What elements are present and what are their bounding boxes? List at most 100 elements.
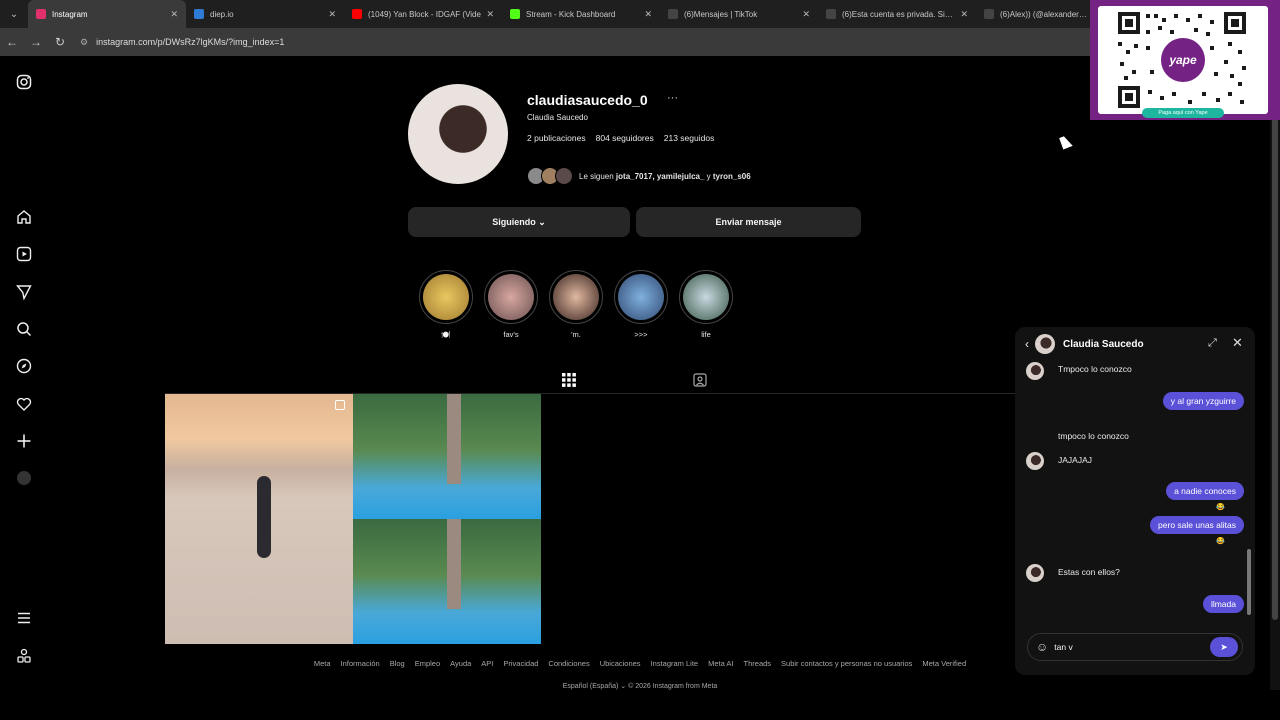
footer-link[interactable]: Empleo <box>415 659 440 668</box>
tab-posts-grid[interactable] <box>541 368 597 394</box>
yape-pay-label[interactable]: Paga aquí con Yape <box>1142 108 1224 118</box>
message-reaction[interactable]: 😂 <box>1216 503 1225 511</box>
footer-link[interactable]: Meta AI <box>708 659 733 668</box>
back-chevron-icon[interactable]: ‹ <box>1025 337 1029 351</box>
highlight-cover <box>419 270 473 324</box>
profile-avatar[interactable] <box>408 84 508 184</box>
yape-logo: yape <box>1168 53 1197 67</box>
message-outgoing: y al gran yzguirre <box>1162 392 1244 410</box>
followed-by[interactable]: Le siguen jota_7017, yamilejulca_ y tyro… <box>527 167 751 185</box>
footer-link[interactable]: Instagram Lite <box>651 659 699 668</box>
footer-link[interactable]: Subir contactos y personas no usuarios <box>781 659 912 668</box>
message-reaction[interactable]: 😂 <box>1216 537 1225 545</box>
followers-count[interactable]: 804 seguidores <box>596 133 654 143</box>
diep-favicon <box>194 9 204 19</box>
highlight-cover <box>549 270 603 324</box>
story-highlight[interactable]: 'm. <box>548 270 604 339</box>
chat-scrollbar-thumb[interactable] <box>1247 549 1251 615</box>
close-icon[interactable]: ✕ <box>1232 335 1243 351</box>
tab-title: (6)Mensajes | TikTok <box>684 9 758 19</box>
send-icon[interactable]: ➤ <box>1210 637 1238 657</box>
reload-icon[interactable]: ↻ <box>48 35 72 49</box>
browser-tab[interactable]: Instagram ✕ <box>28 0 186 28</box>
site-info-icon[interactable]: ⚙ <box>80 37 88 48</box>
back-arrow-icon[interactable]: ← <box>0 35 24 49</box>
story-highlight[interactable]: fav's <box>483 270 539 339</box>
explore-icon[interactable] <box>14 356 34 376</box>
emoji-icon[interactable]: ☺ <box>1036 640 1048 654</box>
highlight-cover <box>484 270 538 324</box>
chat-scrollbar[interactable] <box>1247 369 1251 619</box>
footer-link[interactable]: Meta Verified <box>922 659 966 668</box>
send-message-button[interactable]: Enviar mensaje <box>636 207 861 237</box>
close-tab-icon[interactable]: ✕ <box>170 9 178 20</box>
person-silhouette <box>257 476 271 558</box>
browser-tab[interactable]: (6)Alex)) (@alexanderrufas <box>976 0 1096 28</box>
footer-link[interactable]: Blog <box>390 659 405 668</box>
message-input[interactable] <box>1054 642 1205 652</box>
chat-avatar <box>1035 334 1055 354</box>
home-icon[interactable] <box>14 207 34 227</box>
close-tab-icon[interactable]: ✕ <box>328 9 336 20</box>
chat-popup: ‹ Claudia Saucedo ⤢ ✕ Tmpoco lo conozco … <box>1015 327 1255 675</box>
following-count[interactable]: 213 seguidos <box>664 133 715 143</box>
notifications-heart-icon[interactable] <box>14 394 34 414</box>
footer-link[interactable]: Ubicaciones <box>600 659 641 668</box>
message-incoming: Tmpoco lo conozco <box>1058 364 1132 374</box>
youtube-favicon <box>352 9 362 19</box>
message-composer: ☺ ➤ <box>1027 633 1243 661</box>
forward-arrow-icon[interactable]: → <box>24 35 48 49</box>
profile-full-name: Claudia Saucedo <box>527 113 588 122</box>
footer-link[interactable]: Información <box>341 659 380 668</box>
expand-icon[interactable]: ⤢ <box>1208 337 1217 350</box>
footer-link[interactable]: Meta <box>314 659 331 668</box>
tab-title: Instagram <box>52 9 88 19</box>
url-field[interactable]: ⚙ instagram.com/p/DWsRz7lgKMs/?img_index… <box>80 37 284 48</box>
post-thumbnail-desert[interactable] <box>165 394 353 644</box>
browser-tab[interactable]: (6)Mensajes | TikTok ✕ <box>660 0 818 28</box>
page-scrollbar-thumb[interactable] <box>1272 60 1278 620</box>
page-scrollbar[interactable] <box>1270 56 1280 690</box>
message-incoming: tmpoco lo conozco <box>1058 431 1129 441</box>
browser-tab[interactable]: (1049) Yan Block - IDGAF (Vide ✕ <box>344 0 502 28</box>
close-tab-icon[interactable]: ✕ <box>486 9 494 20</box>
following-button[interactable]: Siguiendo ⌄ <box>408 207 630 237</box>
footer-link[interactable]: Threads <box>744 659 772 668</box>
post-thumbnail-pool-2[interactable] <box>353 519 541 644</box>
story-highlight[interactable]: life <box>678 270 734 339</box>
highlight-label: fav's <box>503 330 519 339</box>
post-thumbnail-pool[interactable] <box>353 394 541 519</box>
rock-column <box>447 394 461 484</box>
browser-tab[interactable]: (6)Esta cuenta es privada. Sigue ✕ <box>818 0 976 28</box>
close-tab-icon[interactable]: ✕ <box>644 9 652 20</box>
messages-icon[interactable] <box>14 282 34 302</box>
browser-tab[interactable]: Stream - Kick Dashboard ✕ <box>502 0 660 28</box>
footer-link[interactable]: Privacidad <box>503 659 538 668</box>
menu-icon[interactable] <box>14 608 34 628</box>
instagram-logo-icon[interactable] <box>14 72 34 92</box>
message-avatar <box>1026 362 1044 380</box>
story-highlight[interactable]: 🍽️ <box>418 270 474 339</box>
message-outgoing: llmada <box>1202 595 1244 613</box>
tab-search-icon[interactable]: ⌄ <box>0 0 28 28</box>
search-icon[interactable] <box>14 319 34 339</box>
reels-icon[interactable] <box>14 244 34 264</box>
yape-qr-overlay: yape Paga aquí con Yape <box>1090 0 1280 120</box>
close-tab-icon[interactable]: ✕ <box>960 9 968 20</box>
close-tab-icon[interactable]: ✕ <box>802 9 810 20</box>
footer-copyright: Español (España) ⌄ © 2026 Instagram from… <box>562 683 718 690</box>
grid-icon <box>562 373 576 387</box>
browser-tab[interactable]: diep.io ✕ <box>186 0 344 28</box>
tab-tagged[interactable] <box>680 368 720 392</box>
footer-link[interactable]: Condiciones <box>548 659 589 668</box>
qr-code: yape <box>1098 6 1268 114</box>
tiktok-favicon <box>826 9 836 19</box>
options-ellipsis-icon[interactable]: ··· <box>667 92 678 104</box>
profile-avatar-icon[interactable] <box>14 468 34 488</box>
rock-column <box>447 519 461 609</box>
chat-contact-name[interactable]: Claudia Saucedo <box>1063 339 1144 350</box>
create-plus-icon[interactable] <box>14 431 34 451</box>
story-highlight[interactable]: >>> <box>613 270 669 339</box>
footer-link[interactable]: Ayuda <box>450 659 471 668</box>
footer-link[interactable]: API <box>481 659 493 668</box>
